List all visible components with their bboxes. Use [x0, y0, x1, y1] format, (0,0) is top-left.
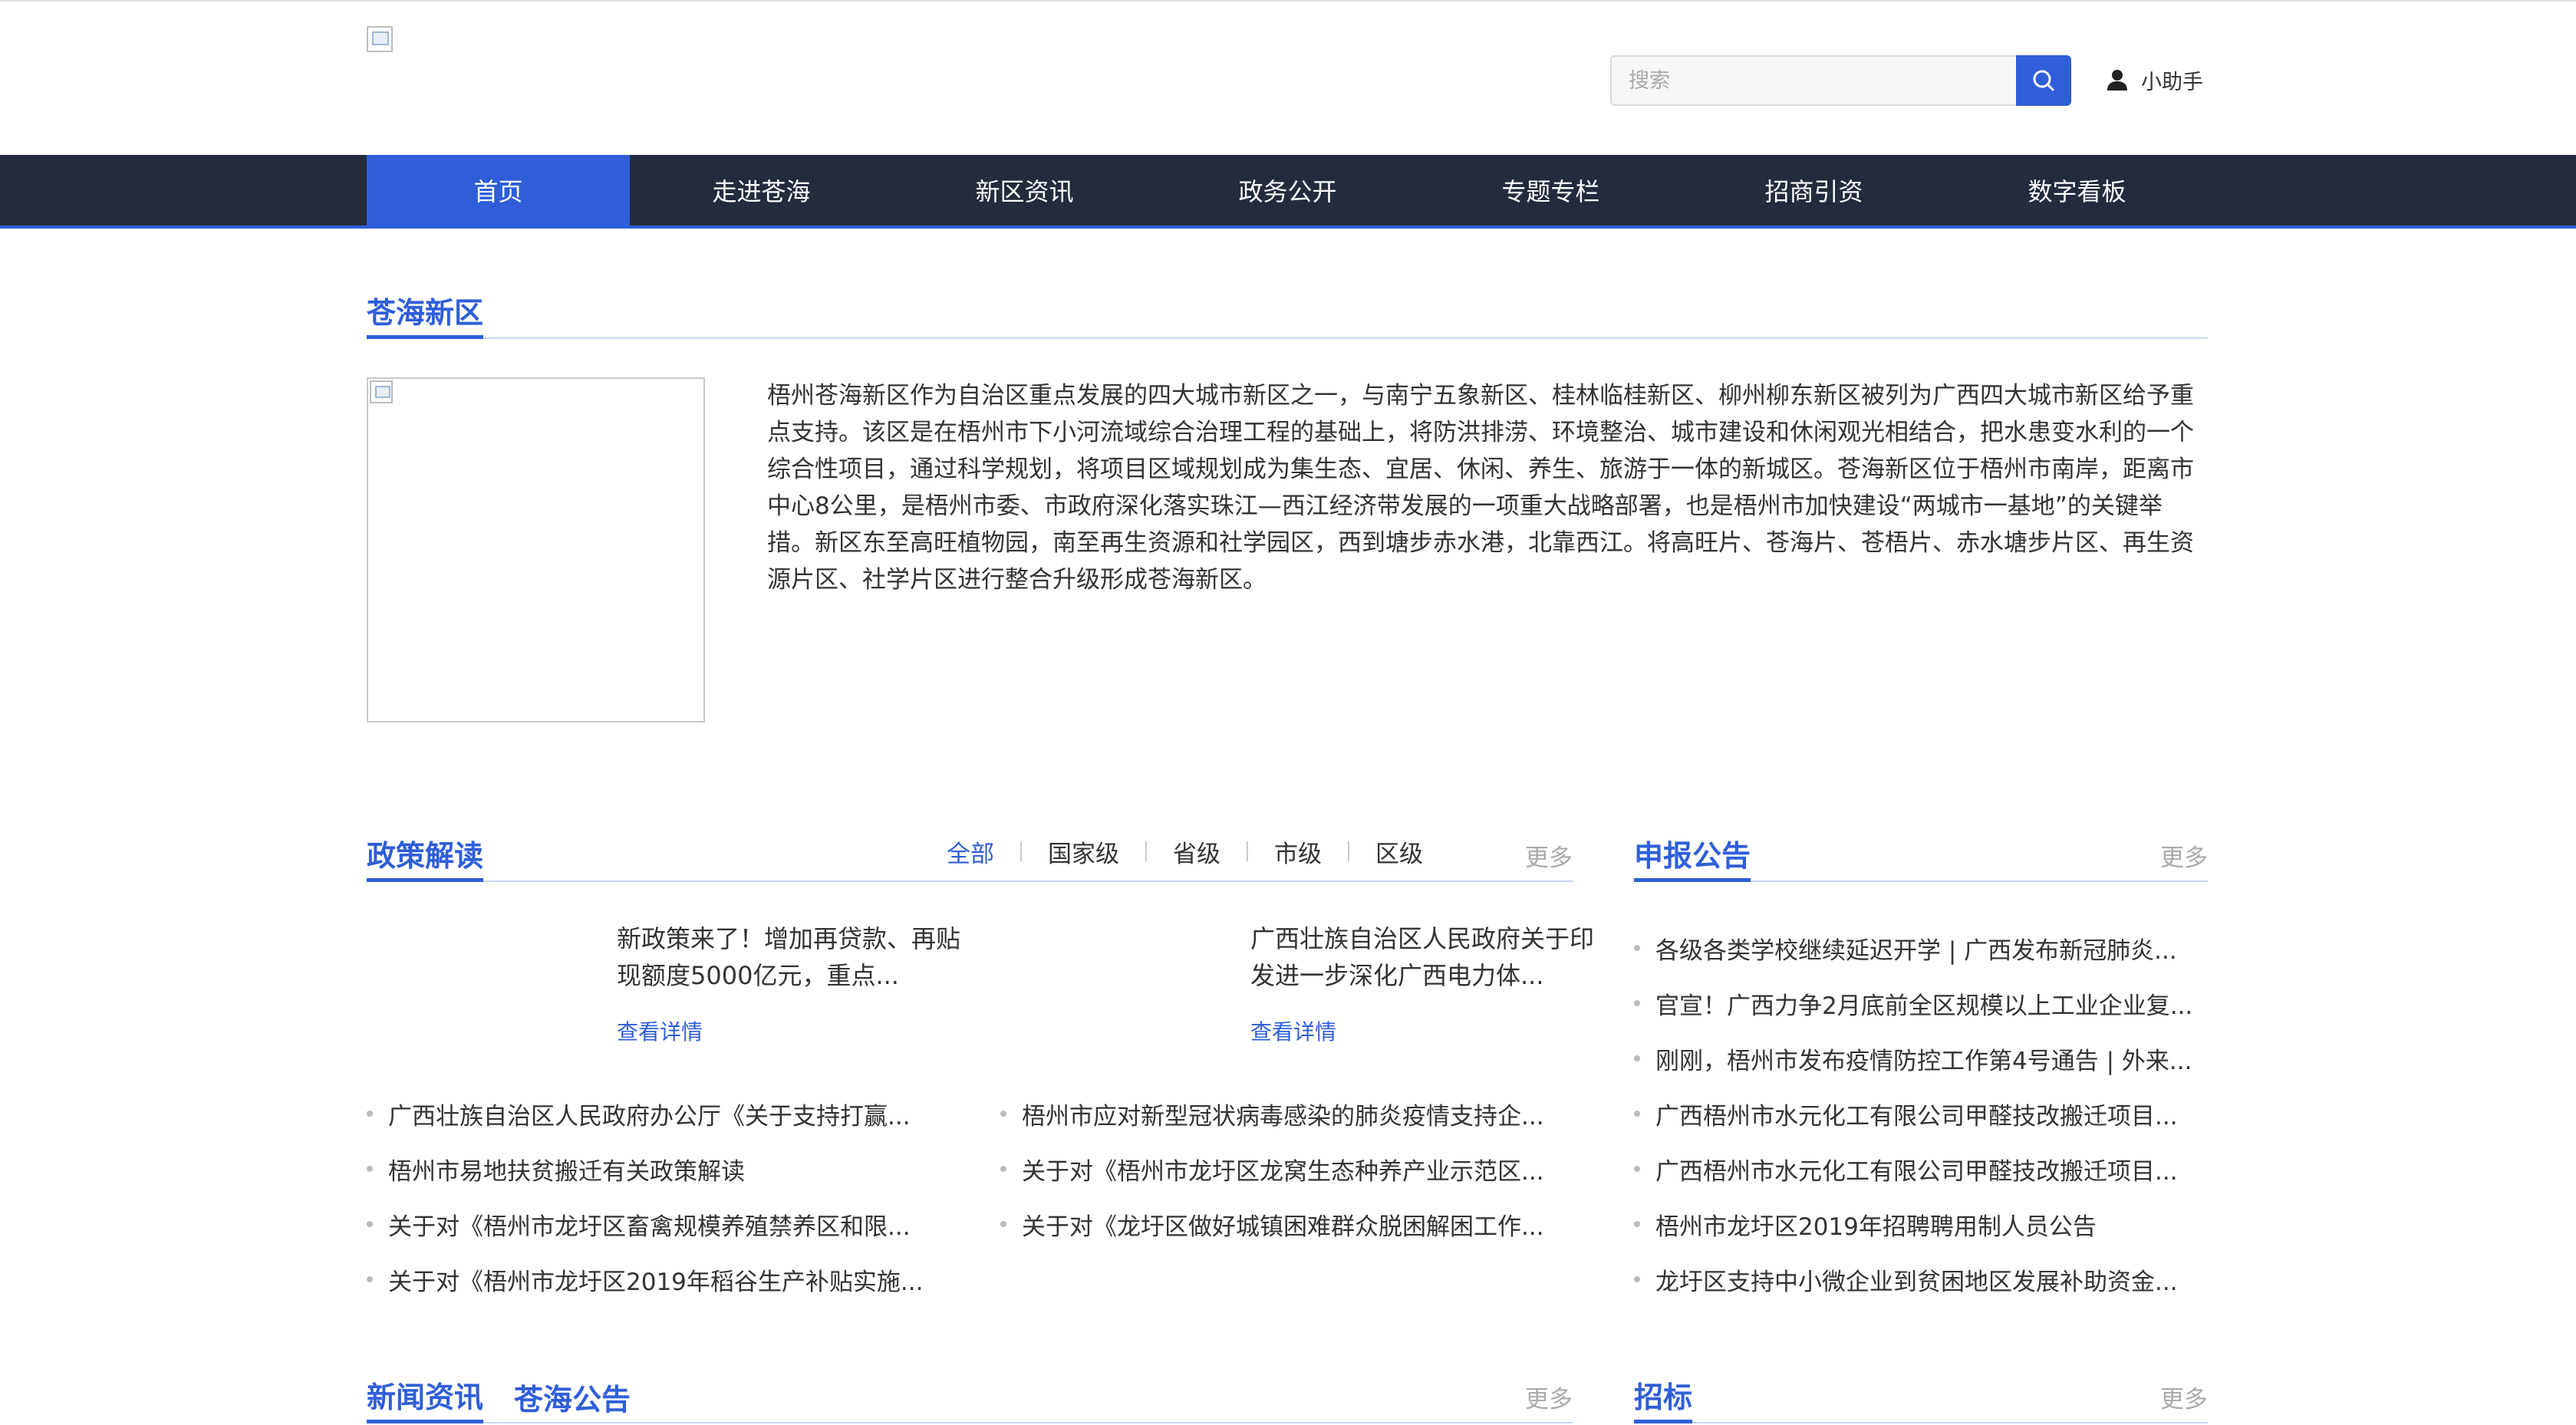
list-item[interactable]: 关于对《梧州市龙圩区2019年稻谷生产补贴实施... [367, 1252, 923, 1307]
bidding-more-link[interactable]: 更多 [2160, 1370, 2208, 1423]
policy-more-link[interactable]: 更多 [1525, 828, 1573, 882]
list-item[interactable]: 关于对《龙圩区做好城镇困难群众脱困解困工作... [1000, 1196, 1544, 1252]
search-button[interactable] [2016, 55, 2071, 106]
search-input[interactable] [1610, 55, 2016, 106]
nav-item-news[interactable]: 新区资讯 [893, 155, 1156, 225]
list-item[interactable]: 关于对《梧州市龙圩区龙窝生态种养产业示范区... [1000, 1141, 1544, 1196]
list-item[interactable]: 官宣！广西力争2月底前全区规模以上工业企业复... [1634, 976, 2192, 1031]
news-more-link[interactable]: 更多 [1525, 1370, 1573, 1423]
user-assistant-link[interactable]: 小助手 [2106, 63, 2203, 97]
list-item[interactable]: 梧州市应对新型冠状病毒感染的肺炎疫情支持企... [1000, 1086, 1544, 1141]
policy-list-right: 梧州市应对新型冠状病毒感染的肺炎疫情支持企... 关于对《梧州市龙圩区龙窝生态种… [1000, 1086, 1544, 1252]
notice-section-header: 申报公告 更多 [1634, 828, 2208, 882]
policy-tabs: 全部 国家级 省级 市级 区级 [947, 828, 1423, 874]
list-item[interactable]: 刚刚，梧州市发布疫情防控工作第4号通告 | 外来... [1634, 1031, 2192, 1086]
notice-more-link[interactable]: 更多 [2160, 828, 2208, 882]
tab-divider [1145, 841, 1147, 861]
featured-policy-detail-link[interactable]: 查看详情 [617, 1015, 970, 1046]
featured-policy-1: 新政策来了！增加再贷款、再贴现额度5000亿元，重点... 查看详情 [617, 920, 970, 1046]
top-border [0, 0, 2576, 2]
tab-divider [1348, 841, 1349, 861]
bidding-section-header: 招标 更多 [1634, 1370, 2208, 1423]
intro-text: 梧州苍海新区作为自治区重点发展的四大城市新区之一，与南宁五象新区、桂林临桂新区、… [767, 382, 2194, 594]
news-section-title[interactable]: 新闻资讯 [367, 1370, 484, 1423]
user-icon [2107, 70, 2127, 91]
featured-policy-title[interactable]: 新政策来了！增加再贷款、再贴现额度5000亿元，重点... [617, 920, 970, 994]
featured-policy-title[interactable]: 广西壮族自治区人民政府关于印发进一步深化广西电力体... [1250, 920, 1603, 994]
announcement-section-title[interactable]: 苍海公告 [514, 1370, 631, 1423]
site-logo[interactable] [367, 26, 393, 52]
intro-section-title: 苍海新区 [367, 285, 484, 339]
search-icon [2033, 70, 2054, 91]
featured-policy-2: 广西壮族自治区人民政府关于印发进一步深化广西电力体... 查看详情 [1250, 920, 1603, 1046]
featured-policy-detail-link[interactable]: 查看详情 [1250, 1015, 1603, 1046]
notice-list: 各级各类学校继续延迟开学 | 广西发布新冠肺炎... 官宣！广西力争2月底前全区… [1634, 920, 2192, 1307]
nav-item-about[interactable]: 走进苍海 [630, 155, 893, 225]
bidding-section-title: 招标 [1634, 1370, 1693, 1423]
tab-provincial[interactable]: 省级 [1173, 834, 1220, 869]
intro-section-header: 苍海新区 [367, 285, 2208, 339]
nav-item-government[interactable]: 政务公开 [1156, 155, 1419, 225]
list-item[interactable]: 梧州市易地扶贫搬迁有关政策解读 [367, 1141, 923, 1196]
tab-all[interactable]: 全部 [947, 834, 994, 869]
list-item[interactable]: 广西壮族自治区人民政府办公厅《关于支持打赢... [367, 1086, 923, 1141]
broken-image-icon [370, 380, 393, 403]
list-item[interactable]: 龙圩区支持中小微企业到贫困地区发展补助资金... [1634, 1252, 2192, 1307]
list-item[interactable]: 关于对《梧州市龙圩区畜禽规模养殖禁养区和限... [367, 1196, 923, 1252]
user-label: 小助手 [2141, 70, 2203, 94]
tab-divider [1020, 841, 1022, 861]
nav-item-home[interactable]: 首页 [367, 155, 630, 225]
list-item[interactable]: 各级各类学校继续延迟开学 | 广西发布新冠肺炎... [1634, 920, 2192, 976]
policy-list-left: 广西壮族自治区人民政府办公厅《关于支持打赢... 梧州市易地扶贫搬迁有关政策解读… [367, 1086, 923, 1307]
tab-national[interactable]: 国家级 [1048, 834, 1119, 869]
nav-item-dashboard[interactable]: 数字看板 [1945, 155, 2209, 225]
list-item[interactable]: 广西梧州市水元化工有限公司甲醛技改搬迁项目... [1634, 1086, 2192, 1141]
nav-item-investment[interactable]: 招商引资 [1682, 155, 1945, 225]
intro-image [367, 377, 705, 722]
search-bar [1610, 55, 2071, 106]
policy-section-title: 政策解读 [367, 828, 484, 882]
tab-district[interactable]: 区级 [1375, 834, 1423, 869]
notice-section-title: 申报公告 [1634, 828, 1751, 882]
list-item[interactable]: 广西梧州市水元化工有限公司甲醛技改搬迁项目... [1634, 1141, 2192, 1196]
news-section-header: 新闻资讯 苍海公告 更多 [367, 1370, 1573, 1423]
nav-item-topics[interactable]: 专题专栏 [1419, 155, 1682, 225]
main-nav: 首页 走进苍海 新区资讯 政务公开 专题专栏 招商引资 数字看板 [0, 155, 2576, 229]
list-item[interactable]: 梧州市龙圩区2019年招聘聘用制人员公告 [1634, 1196, 2192, 1252]
tab-city[interactable]: 市级 [1274, 834, 1322, 869]
tab-divider [1247, 841, 1248, 861]
